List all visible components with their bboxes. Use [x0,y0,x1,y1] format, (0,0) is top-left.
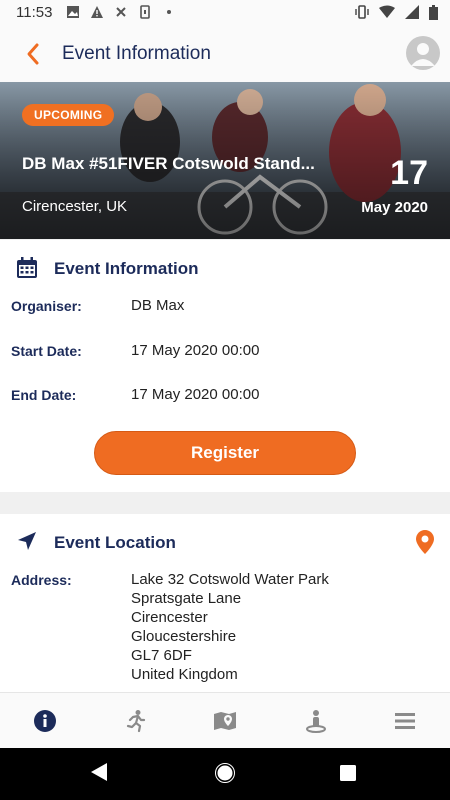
sync-notification-icon [116,7,126,17]
organiser-label: Organiser: [11,298,82,314]
page-title: Event Information [62,43,211,64]
event-information-card: Event Information Organiser: DB Max Star… [0,240,450,492]
map-pin-icon[interactable] [416,530,434,554]
event-day: 17 [390,154,428,192]
info-icon[interactable] [33,709,57,733]
end-date-label: End Date: [11,387,77,403]
event-status-badge: UPCOMING [22,104,115,126]
organiser-value: DB Max [131,297,185,314]
start-date-label: Start Date: [11,343,82,359]
runner-icon[interactable] [124,709,148,733]
avatar[interactable] [406,36,440,70]
address-label: Address: [11,572,72,588]
event-information-heading: Event Information [54,259,199,278]
user-avatar-icon [411,43,435,66]
system-back-icon[interactable] [90,762,108,782]
address-line: United Kingdom [131,666,238,683]
system-recents-icon[interactable] [340,765,356,781]
status-notification-icons [66,5,176,19]
event-month-year: May 2020 [361,199,428,216]
dot-notification-icon [167,10,171,14]
map-icon[interactable] [213,709,237,733]
calendar-icon [17,257,37,278]
navigation-arrow-icon [18,532,36,550]
app-bar: Event Information [0,26,450,83]
status-bar: 11:53 [0,0,450,26]
system-home-icon[interactable] [215,763,235,783]
end-date-value: 17 May 2020 00:00 [131,386,260,403]
bottom-navigation [0,692,450,749]
address-line: Cirencester [131,609,208,626]
event-location-heading: Event Location [54,533,176,552]
wifi-icon [379,5,395,18]
address-line: Spratsgate Lane [131,590,242,607]
vibrate-icon [355,5,369,19]
system-navigation-bar [0,748,450,800]
event-location-card: Event Location Address: Lake 32 Cotswold… [0,514,450,692]
address-line: Lake 32 Cotswold Water Park [131,571,329,588]
signal-icon [405,5,419,19]
person-location-icon[interactable] [304,709,328,733]
phone-notification-icon [140,5,150,19]
start-date-value: 17 May 2020 00:00 [131,342,260,359]
battery-icon [429,4,438,20]
back-arrow-icon[interactable] [22,40,46,68]
status-time: 11:53 [16,4,53,21]
warning-notification-icon [91,6,103,18]
address-line: GL7 6DF [131,647,192,664]
address-line: Gloucestershire [131,628,237,645]
image-notification-icon [67,6,79,18]
status-system-icons [355,4,438,20]
event-hero-banner: UPCOMING DB Max #51FIVER Cotswold Stand.… [0,82,450,239]
event-name: DB Max #51FIVER Cotswold Stand... [22,154,315,173]
menu-icon[interactable] [393,709,417,733]
register-button[interactable]: Register [94,431,356,475]
event-location-city: Cirencester, UK [22,198,128,215]
